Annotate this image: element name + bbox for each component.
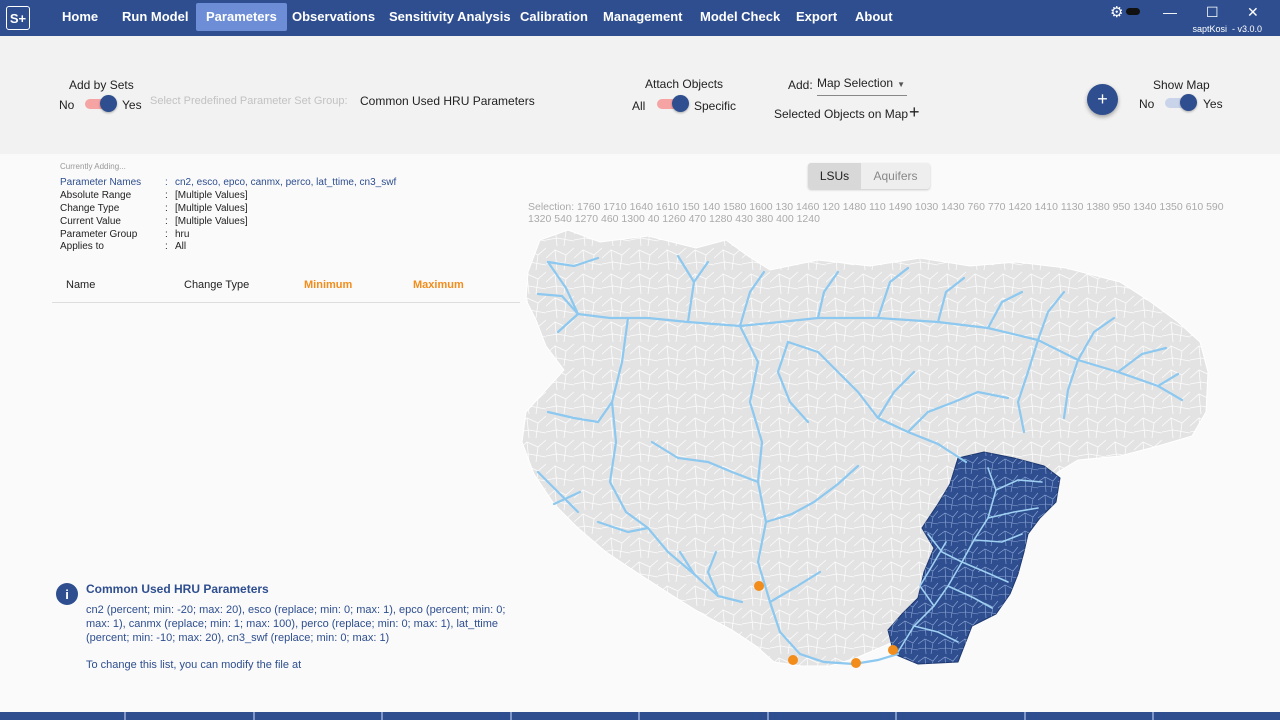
info-icon: i: [56, 583, 78, 605]
nav-parameters[interactable]: Parameters: [196, 3, 287, 31]
nav-calibration[interactable]: Calibration: [510, 3, 598, 31]
current-sep: :: [165, 229, 168, 240]
current-value: [Multiple Values]: [175, 216, 248, 227]
info-text: cn2 (percent; min: -20; max: 20), esco (…: [86, 604, 506, 644]
add-by-sets-label: Add by Sets: [69, 78, 134, 92]
current-key: Current Value: [60, 216, 121, 227]
add-by-sets-off-label: No: [59, 98, 75, 112]
current-key: Change Type: [60, 203, 120, 214]
maximize-icon[interactable]: ☐: [1206, 4, 1219, 21]
nav-model-check[interactable]: Model Check: [690, 3, 790, 31]
current-sep: :: [165, 177, 168, 188]
nav-home[interactable]: Home: [52, 3, 108, 31]
selected-objects-label: Selected Objects on Map: [774, 107, 909, 121]
add-objects-plus-icon[interactable]: +: [909, 102, 920, 123]
nav-export[interactable]: Export: [786, 3, 847, 31]
version-label: saptKosi - v3.0.0: [1192, 24, 1262, 34]
info-title: Common Used HRU Parameters: [86, 582, 269, 596]
outlet-marker: [888, 645, 898, 655]
current-sep: :: [165, 190, 168, 201]
current-value: hru: [175, 229, 190, 240]
current-sep: :: [165, 203, 168, 214]
attach-objects-off-label: All: [632, 99, 646, 113]
nav-about[interactable]: About: [845, 3, 903, 31]
tab-aquifers[interactable]: Aquifers: [861, 163, 930, 189]
theme-toggle[interactable]: [1126, 8, 1140, 15]
add-type-label: Add:: [788, 78, 813, 92]
current-value: [Multiple Values]: [175, 190, 248, 201]
current-sep: :: [165, 216, 168, 227]
outlet-marker: [754, 581, 764, 591]
top-nav-bar: S+ Home Run Model Parameters Observation…: [0, 0, 1280, 36]
nav-sensitivity-analysis[interactable]: Sensitivity Analysis: [379, 3, 521, 31]
watershed-map[interactable]: [518, 222, 1213, 668]
column-header-change-type[interactable]: Change Type: [184, 279, 249, 291]
current-key: Absolute Range: [60, 190, 132, 201]
current-value: cn2, esco, epco, canmx, perco, lat_ttime…: [175, 177, 397, 188]
close-icon[interactable]: ✕: [1247, 4, 1259, 21]
column-header-name[interactable]: Name: [66, 279, 95, 291]
outlet-marker: [851, 658, 861, 668]
minimize-icon[interactable]: —: [1163, 4, 1177, 20]
add-by-sets-on-label: Yes: [122, 98, 142, 112]
nav-run-model[interactable]: Run Model: [112, 3, 198, 31]
column-header-minimum[interactable]: Minimum: [304, 279, 352, 291]
caret-down-icon: ▼: [897, 80, 905, 89]
current-value: All: [175, 241, 187, 252]
add-parameters-button[interactable]: +: [1087, 84, 1118, 115]
current-sep: :: [165, 241, 168, 252]
predefined-set-select[interactable]: Common Used HRU Parameters: [360, 94, 535, 108]
predefined-set-label: Select Predefined Parameter Set Group:: [150, 95, 348, 107]
show-map-label: Show Map: [1153, 78, 1210, 92]
show-map-toggle[interactable]: [1165, 94, 1197, 111]
user-name: saptKosi: [1192, 24, 1227, 34]
table-header-divider: [52, 302, 520, 303]
info-footer: To change this list, you can modify the …: [86, 659, 302, 671]
subbasin-grid: [522, 230, 1208, 666]
current-value: [Multiple Values]: [175, 203, 248, 214]
add-by-sets-toggle[interactable]: [85, 95, 117, 112]
attach-objects-label: Attach Objects: [645, 77, 724, 91]
add-type-value: Map Selection: [817, 76, 894, 90]
column-header-maximum[interactable]: Maximum: [413, 279, 464, 291]
nav-observations[interactable]: Observations: [282, 3, 385, 31]
version-number: v3.0.0: [1237, 24, 1262, 34]
show-map-on-label: Yes: [1203, 97, 1223, 111]
map-layer-tabs: LSUs Aquifers: [808, 163, 930, 189]
settings-gear-icon[interactable]: ⚙: [1110, 3, 1123, 21]
tab-lsus[interactable]: LSUs: [808, 163, 861, 189]
current-key: Applies to: [60, 241, 104, 252]
current-key: Parameter Names: [60, 177, 142, 188]
app-logo-icon: S+: [6, 6, 30, 30]
add-type-dropdown[interactable]: Map Selection ▼: [817, 76, 907, 96]
show-map-off-label: No: [1139, 97, 1155, 111]
attach-objects-toggle[interactable]: [657, 95, 689, 112]
currently-adding-heading: Currently Adding...: [60, 162, 126, 171]
attach-objects-on-label: Specific: [694, 99, 737, 113]
bottom-status-bar: [0, 712, 1280, 720]
outlet-marker: [788, 655, 798, 665]
current-key: Parameter Group: [60, 229, 138, 240]
nav-management[interactable]: Management: [593, 3, 692, 31]
